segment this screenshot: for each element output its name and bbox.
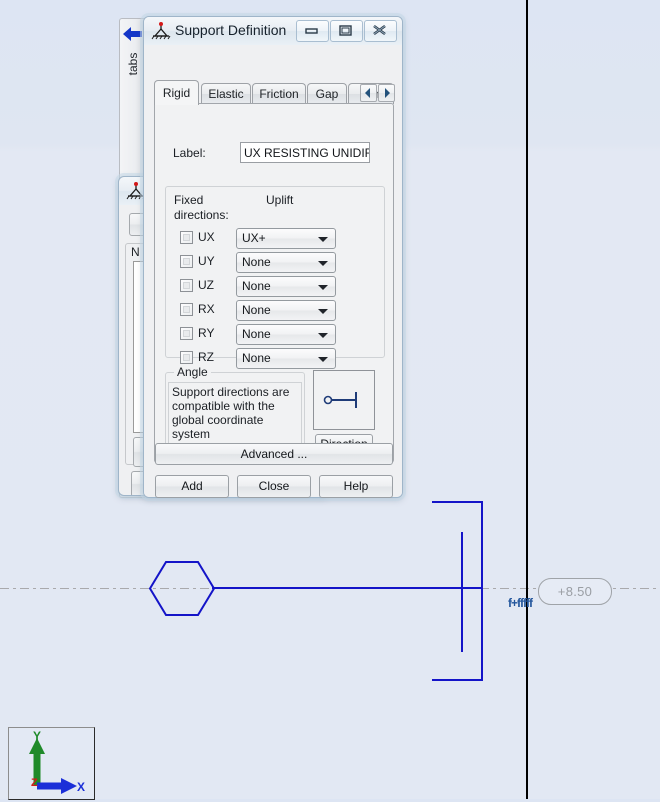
chevron-down-icon xyxy=(318,333,328,338)
uplift-value-ux: UX+ xyxy=(242,231,266,245)
chevron-left-icon[interactable] xyxy=(360,84,377,102)
uplift-select-rz[interactable]: None xyxy=(236,348,336,369)
tab-elastic[interactable]: Elastic xyxy=(201,83,251,104)
uplift-select-rx[interactable]: None xyxy=(236,300,336,321)
label-input[interactable]: UX RESISTING UNIDIF xyxy=(240,142,370,163)
dialog-title: Support Definition xyxy=(175,22,287,38)
label-caption: Label: xyxy=(173,146,206,160)
chevron-down-icon xyxy=(318,357,328,362)
tab-friction[interactable]: Friction xyxy=(252,83,306,104)
label-rx: RX xyxy=(198,302,215,316)
close-icon[interactable] xyxy=(364,20,397,42)
chevron-down-icon xyxy=(318,261,328,266)
support-definition-dialog[interactable]: Support Definition Rigid Elastic Frictio… xyxy=(143,16,403,498)
uplift-value-rz: None xyxy=(242,351,271,365)
uplift-value-uy: None xyxy=(242,255,271,269)
chevron-right-icon[interactable] xyxy=(378,84,395,102)
rigid-tab-panel: Label: UX RESISTING UNIDIF Fixed directi… xyxy=(154,103,394,463)
uplift-select-uz[interactable]: None xyxy=(236,276,336,297)
label-ux: UX xyxy=(198,230,215,244)
arrow-left-icon[interactable] xyxy=(122,25,144,43)
chevron-down-icon xyxy=(318,285,328,290)
window-controls xyxy=(296,20,397,42)
checkbox-rx[interactable] xyxy=(180,303,193,316)
chevron-down-icon xyxy=(318,309,328,314)
label-uy: UY xyxy=(198,254,215,268)
vertical-divider-line xyxy=(526,0,528,799)
uplift-caption: Uplift xyxy=(266,193,294,207)
tab-gap[interactable]: Gap xyxy=(307,83,347,104)
uplift-value-uz: None xyxy=(242,279,271,293)
label-rz: RZ xyxy=(198,350,214,364)
checkbox-uz[interactable] xyxy=(180,279,193,292)
fixed-directions-caption-2: directions: xyxy=(174,208,229,222)
checkbox-uy[interactable] xyxy=(180,255,193,268)
uplift-value-rx: None xyxy=(242,303,271,317)
checkbox-rz[interactable] xyxy=(180,351,193,364)
checkbox-ry[interactable] xyxy=(180,327,193,340)
uplift-value-ry: None xyxy=(242,327,271,341)
checkbox-ux[interactable] xyxy=(180,231,193,244)
close-button[interactable]: Close xyxy=(237,475,311,498)
level-marker-tag[interactable]: +8.50 xyxy=(538,578,612,605)
tabs-side-panel-label: tabs xyxy=(126,52,140,76)
dialog-tabstrip[interactable]: Rigid Elastic Friction Gap Non xyxy=(154,80,395,105)
svg-text:Y: Y xyxy=(33,729,41,743)
wall-support-geometry[interactable] xyxy=(430,496,490,686)
tab-rigid[interactable]: Rigid xyxy=(154,80,199,105)
uplift-select-ry[interactable]: None xyxy=(236,324,336,345)
dialog-body: Rigid Elastic Friction Gap Non Label: UX… xyxy=(144,45,402,498)
support-direction-icon xyxy=(323,392,357,408)
angle-description: Support directions are compatible with t… xyxy=(168,382,302,447)
minimize-icon[interactable] xyxy=(296,20,329,42)
add-button[interactable]: Add xyxy=(155,475,229,498)
fixed-directions-caption-1: Fixed xyxy=(174,193,204,207)
background-group-legend: N xyxy=(131,245,140,259)
maximize-icon[interactable] xyxy=(330,20,363,42)
direction-preview-box xyxy=(313,370,375,430)
advanced-button[interactable]: Advanced ... xyxy=(155,443,393,465)
fixed-directions-groupbox: Fixed directions: Uplift UX UX+ UY None xyxy=(165,186,385,369)
svg-text:Z: Z xyxy=(31,777,38,789)
axis-triad-indicator: Y X Z xyxy=(8,727,95,800)
angle-legend: Angle xyxy=(174,365,211,379)
uplift-select-uy[interactable]: None xyxy=(236,252,336,273)
uplift-select-ux[interactable]: UX+ xyxy=(236,228,336,249)
label-uz: UZ xyxy=(198,278,214,292)
node-label: f+fffff xyxy=(508,596,533,610)
help-button[interactable]: Help xyxy=(319,475,393,498)
dialog-titlebar[interactable]: Support Definition xyxy=(144,17,402,45)
hexagon-node-symbol[interactable] xyxy=(148,560,216,617)
chevron-down-icon xyxy=(318,237,328,242)
label-ry: RY xyxy=(198,326,215,340)
svg-text:X: X xyxy=(77,780,85,794)
support-icon xyxy=(151,21,171,41)
